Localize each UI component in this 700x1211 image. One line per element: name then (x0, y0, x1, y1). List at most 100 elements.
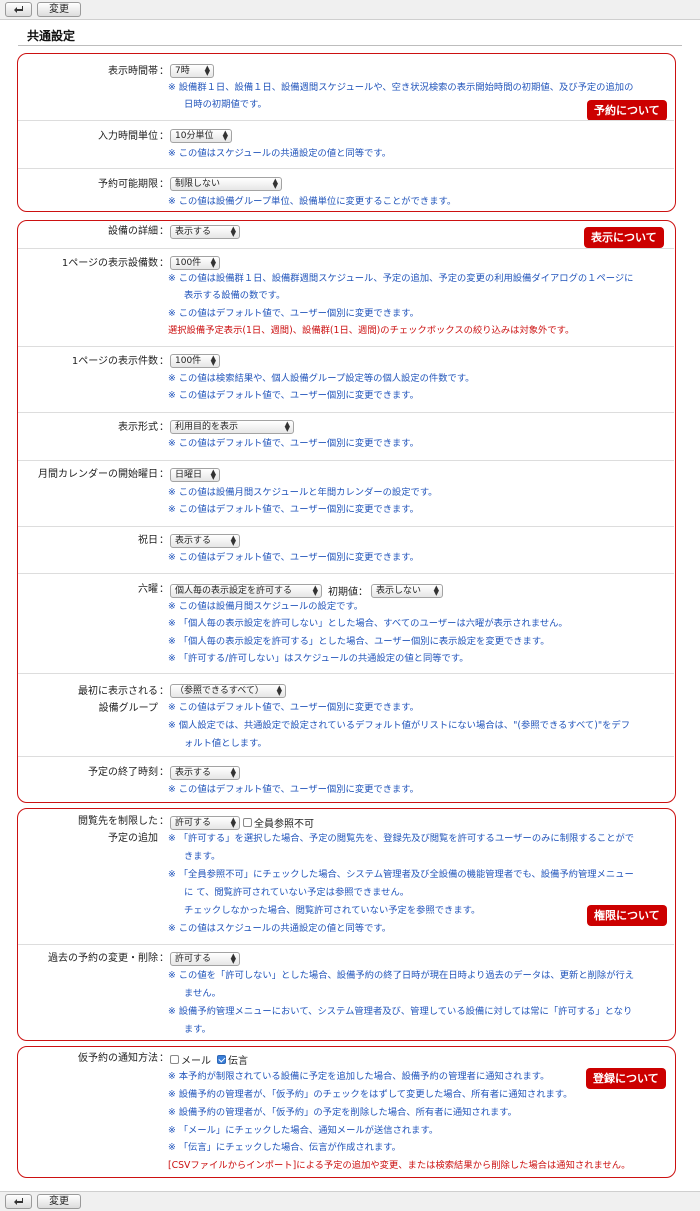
note-2: きます。 (184, 851, 221, 862)
note-2: ※ この値はデフォルト値で、ユーザー個別に変更できます。 (168, 504, 419, 515)
all-no-view-label: 全員参照不可 (254, 819, 314, 830)
row-holiday: 祝日 ： 表示する ▲ ▼ ※ この値はデフォルト値で、ユーザー個別に変更できます。 (18, 527, 674, 574)
note-1: ※ この値はデフォルト値で、ユーザー個別に変更できます。 (168, 784, 419, 795)
select-arrows-icon: ▲ ▼ (222, 129, 228, 142)
rokuyo-initial-select[interactable]: 表示しない ▲ ▼ (371, 583, 443, 598)
row-label: 予約可能期限 (98, 179, 158, 190)
note-1: ※ この値は設備月間スケジュールの設定です。 (168, 601, 364, 612)
row-label: 入力時間単位 (98, 131, 158, 142)
section-registration: 登録について 仮予約の通知方法 ： メール 伝言 ※ 本予約が制限されている設備… (17, 1046, 676, 1178)
select-arrows-icon: ▲ ▼ (204, 64, 210, 77)
select-arrows-icon: ▲ ▼ (210, 468, 216, 481)
row-label: 予定の終了時刻 (88, 767, 158, 778)
end-time-select[interactable]: 表示する ▲ ▼ (170, 766, 240, 780)
select-arrows-icon: ▲ ▼ (210, 256, 216, 269)
note-5: チェックしなかった場合、閲覧許可されていない予定を参照できます。 (184, 905, 481, 916)
row-detail: 設備の詳細 ： 表示する ▲ ▼ (18, 221, 674, 249)
all-no-view-checkbox[interactable] (243, 818, 252, 827)
row-label: 月間カレンダーの開始曜日 (38, 469, 158, 480)
row-colon: ： (159, 1053, 169, 1064)
note-1: ※ 「許可する」を選択した場合、予定の閲覧先を、登録先及び閲覧を許可するユーザー… (168, 833, 635, 844)
per-page-count-select[interactable]: 100件 ▲ ▼ (170, 354, 220, 368)
select-arrows-icon: ▲ ▼ (276, 684, 282, 697)
mail-checkbox[interactable] (170, 1055, 179, 1064)
note-5: ※ 「伝言」にチェックした場合、伝言が作成されます。 (168, 1142, 401, 1153)
note-6: ※ この値はスケジュールの共通設定の値と同等です。 (168, 923, 391, 934)
change-button-bottom[interactable]: 変更 (37, 1194, 81, 1209)
initial-value-label: 初期値： (328, 587, 368, 598)
select-arrows-icon: ▲ ▼ (230, 815, 236, 829)
calendar-start-select[interactable]: 日曜日 ▲ ▼ (170, 468, 220, 482)
row-label: 閲覧先を制限した (78, 816, 158, 827)
row-colon: ： (159, 422, 169, 433)
row-label: 過去の予約の変更・削除 (48, 953, 158, 964)
select-arrows-icon: ▲ ▼ (272, 177, 278, 190)
detail-select[interactable]: 表示する ▲ ▼ (170, 225, 240, 239)
row-end-time: 予定の終了時刻 ： 表示する ▲ ▼ ※ この値はデフォルト値で、ユーザー個別に変更… (18, 757, 674, 804)
row-label: 1ページの表示設備数 (61, 258, 158, 269)
restrict-view-select[interactable]: 許可する ▲ ▼ (170, 815, 240, 830)
dengon-checkbox[interactable] (217, 1055, 226, 1064)
note-3: ※ この値はデフォルト値で、ユーザー個別に変更できます。 (168, 308, 419, 319)
input-unit-select[interactable]: 10分単位 ▲ ▼ (170, 129, 232, 143)
row-calendar-start: 月間カレンダーの開始曜日 ： 日曜日 ▲ ▼ ※ この値は設備月間スケジュールと年間… (18, 461, 674, 527)
row-past-change: 過去の予約の変更・削除 ： 許可する ▲ ▼ ※ この値を「許可しない」とした場合、… (18, 945, 674, 1042)
note-2: ※ この値はデフォルト値で、ユーザー個別に変更できます。 (168, 390, 419, 401)
top-toolbar: 変更 (0, 0, 700, 20)
section-permission: 権限について 閲覧先を制限した 予定の追加 ： 許可する ▲ ▼ 全員参照不可 ※ … (17, 808, 676, 1041)
row-colon: ： (159, 469, 169, 480)
back-arrow-icon (14, 1198, 23, 1205)
row-input-unit: 入力時間単位 ： 10分単位 ▲ ▼ ※ この値はスケジュールの共通設定の値と同等で… (18, 121, 674, 169)
note-3: ※ 「全員参照不可」にチェックした場合、システム管理者及び全設備の機能管理者でも… (168, 869, 634, 880)
back-button[interactable] (5, 2, 32, 17)
row-tentative-notify: 仮予約の通知方法 ： メール 伝言 ※ 本予約が制限されている設備に予定を追加し… (18, 1047, 674, 1179)
page-title: 共通設定 (27, 29, 76, 43)
display-format-select[interactable]: 利用目的を表示 ▲ ▼ (170, 420, 294, 434)
row-label: 1ページの表示件数 (71, 356, 158, 367)
first-group-select[interactable]: （参照できるすべて） ▲ ▼ (170, 684, 286, 698)
note-4: に て、閲覧許可されていない予定は参照できません。 (184, 887, 410, 898)
note-1: ※ この値はデフォルト値で、ユーザー個別に変更できます。 (168, 702, 419, 713)
row-colon: ： (159, 66, 169, 77)
note-1: ※ この値は検索結果や、個人設備グループ設定等の個人設定の件数です。 (168, 373, 475, 384)
row-label: 最初に表示される (78, 686, 158, 697)
row-label: 六曜 (138, 584, 158, 595)
note-4: ※ 「メール」にチェックした場合、通知メールが送信されます。 (168, 1125, 439, 1136)
select-arrows-icon: ▲ ▼ (230, 534, 236, 547)
row-colon: ： (159, 816, 169, 827)
row-colon: ： (159, 535, 169, 546)
per-page-equipment-select[interactable]: 100件 ▲ ▼ (170, 256, 220, 270)
row-label: 祝日 (138, 535, 158, 546)
note-1: ※ 本予約が制限されている設備に予定を追加した場合、設備予約の管理者に通知されま… (168, 1071, 550, 1082)
note-1: ※ この値は設備群１日、設備群週間スケジュール、予定の追加、予定の変更の利用設備… (168, 273, 634, 284)
note-1: ※ この値はデフォルト値で、ユーザー個別に変更できます。 (168, 438, 419, 449)
row-per-page-equipment: 1ページの表示設備数 ： 100件 ▲ ▼ ※ この値は設備群１日、設備群週間スケジ… (18, 249, 674, 347)
note-3: ※ 設備予約の管理者が、「仮予約」の予定を削除した場合、所有者に通知されます。 (168, 1107, 517, 1118)
reserve-limit-select[interactable]: 制限しない ▲ ▼ (170, 177, 282, 191)
row-per-page-count: 1ページの表示件数 ： 100件 ▲ ▼ ※ この値は検索結果や、個人設備グループ設… (18, 347, 674, 413)
row-reserve-limit: 予約可能期限 ： 制限しない ▲ ▼ ※ この値は設備グループ単位、設備単位に変更す… (18, 169, 674, 213)
back-button-bottom[interactable] (5, 1194, 32, 1209)
note-1: ※ この値は設備月間スケジュールと年間カレンダーの設定です。 (168, 487, 438, 498)
note-2: ※ 「個人毎の表示設定を許可しない」とした場合、すべてのユーザーは六曜が表示され… (168, 618, 568, 629)
rokuyo-select[interactable]: 個人毎の表示設定を許可する ▲ ▼ (170, 583, 322, 598)
past-change-select[interactable]: 許可する ▲ ▼ (170, 952, 240, 966)
change-button[interactable]: 変更 (37, 2, 81, 17)
title-divider (18, 45, 682, 46)
display-time-select[interactable]: 7時 ▲ ▼ (170, 64, 214, 78)
section-reservation: 予約について 表示時間帯 ： 7時 ▲ ▼ ※ 設備群１日、設備１日、設備週間スケジ… (17, 53, 676, 212)
row-colon: ： (159, 584, 169, 595)
note-2: 表示する設備の数です。 (184, 290, 286, 301)
row-display-time: 表示時間帯 ： 7時 ▲ ▼ ※ 設備群１日、設備１日、設備週間スケジュールや、空き… (18, 54, 674, 121)
select-arrows-icon: ▲ ▼ (230, 225, 236, 238)
row-colon: ： (159, 953, 169, 964)
select-arrows-icon: ▲ ▼ (230, 952, 236, 965)
row-label: 設備の詳細 (108, 226, 158, 237)
row-rokuyo: 六曜 ： 個人毎の表示設定を許可する ▲ ▼ 初期値： 表示しない ▲ ▼ ※ この値は… (18, 574, 674, 674)
row-display-format: 表示形式 ： 利用目的を表示 ▲ ▼ ※ この値はデフォルト値で、ユーザー個別に変更… (18, 413, 674, 461)
note-1: ※ この値を「許可しない」とした場合、設備予約の終了日時が現在日時より過去のデー… (168, 970, 635, 981)
note-1: ※ 設備群１日、設備１日、設備週間スケジュールや、空き状況検索の表示開始時間の初… (168, 82, 634, 93)
note-4: ※ 「許可する/許可しない」はスケジュールの共通設定の値と同等です。 (168, 653, 469, 664)
holiday-select[interactable]: 表示する ▲ ▼ (170, 534, 240, 548)
bottom-toolbar: 変更 (0, 1191, 700, 1211)
